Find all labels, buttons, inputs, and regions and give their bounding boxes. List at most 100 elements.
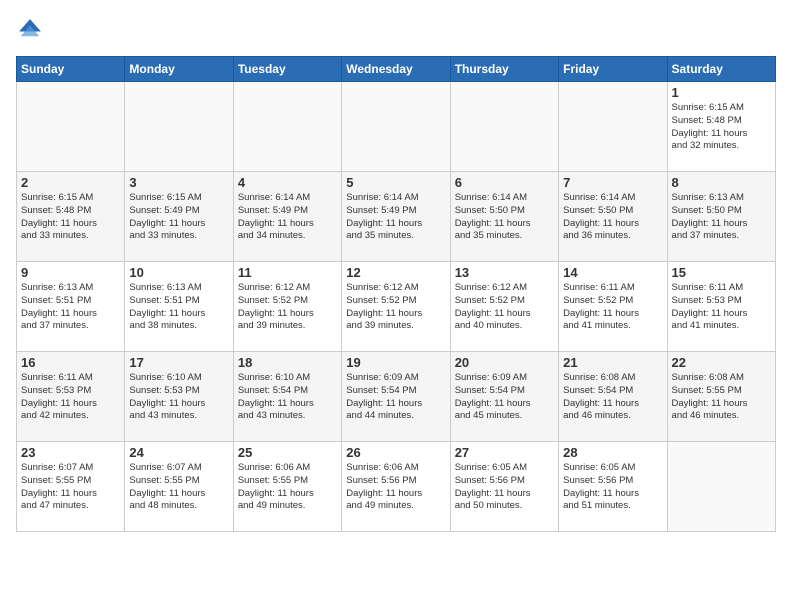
calendar-cell: 4 Sunrise: 6:14 AM Sunset: 5:49 PM Daylig… <box>233 172 341 262</box>
cell-info: Sunrise: 6:10 AM Sunset: 5:53 PM Dayligh… <box>129 372 228 423</box>
week-row-1: 1 Sunrise: 6:15 AM Sunset: 5:48 PM Daylig… <box>17 82 776 172</box>
calendar-cell: 12Sunrise: 6:12 AM Sunset: 5:52 PM Dayli… <box>342 262 450 352</box>
calendar-header: SundayMondayTuesdayWednesdayThursdayFrid… <box>17 57 776 82</box>
week-row-4: 16Sunrise: 6:11 AM Sunset: 5:53 PM Dayli… <box>17 352 776 442</box>
cell-info: Sunrise: 6:06 AM Sunset: 5:56 PM Dayligh… <box>346 462 445 513</box>
header-day-saturday: Saturday <box>667 57 775 82</box>
day-number: 27 <box>455 445 554 460</box>
day-number: 15 <box>672 265 771 280</box>
cell-info: Sunrise: 6:05 AM Sunset: 5:56 PM Dayligh… <box>563 462 662 513</box>
day-number: 23 <box>21 445 120 460</box>
calendar-cell: 13Sunrise: 6:12 AM Sunset: 5:52 PM Dayli… <box>450 262 558 352</box>
calendar-cell <box>667 442 775 532</box>
cell-info: Sunrise: 6:11 AM Sunset: 5:53 PM Dayligh… <box>672 282 771 333</box>
day-number: 14 <box>563 265 662 280</box>
calendar-body: 1 Sunrise: 6:15 AM Sunset: 5:48 PM Daylig… <box>17 82 776 532</box>
cell-info: Sunrise: 6:09 AM Sunset: 5:54 PM Dayligh… <box>346 372 445 423</box>
day-number: 13 <box>455 265 554 280</box>
calendar-cell <box>17 82 125 172</box>
cell-info: Sunrise: 6:14 AM Sunset: 5:49 PM Dayligh… <box>346 192 445 243</box>
cell-info: Sunrise: 6:11 AM Sunset: 5:52 PM Dayligh… <box>563 282 662 333</box>
day-number: 7 <box>563 175 662 190</box>
day-number: 16 <box>21 355 120 370</box>
calendar-cell: 5 Sunrise: 6:14 AM Sunset: 5:49 PM Daylig… <box>342 172 450 262</box>
cell-info: Sunrise: 6:12 AM Sunset: 5:52 PM Dayligh… <box>346 282 445 333</box>
day-number: 19 <box>346 355 445 370</box>
day-number: 21 <box>563 355 662 370</box>
calendar-cell: 16Sunrise: 6:11 AM Sunset: 5:53 PM Dayli… <box>17 352 125 442</box>
cell-info: Sunrise: 6:14 AM Sunset: 5:49 PM Dayligh… <box>238 192 337 243</box>
cell-info: Sunrise: 6:06 AM Sunset: 5:55 PM Dayligh… <box>238 462 337 513</box>
cell-info: Sunrise: 6:05 AM Sunset: 5:56 PM Dayligh… <box>455 462 554 513</box>
cell-info: Sunrise: 6:07 AM Sunset: 5:55 PM Dayligh… <box>129 462 228 513</box>
header-day-tuesday: Tuesday <box>233 57 341 82</box>
calendar-cell: 20 Sunrise: 6:09 AM Sunset: 5:54 PM Dayli… <box>450 352 558 442</box>
calendar-cell: 18 Sunrise: 6:10 AM Sunset: 5:54 PM Dayli… <box>233 352 341 442</box>
cell-info: Sunrise: 6:14 AM Sunset: 5:50 PM Dayligh… <box>455 192 554 243</box>
day-number: 3 <box>129 175 228 190</box>
cell-info: Sunrise: 6:14 AM Sunset: 5:50 PM Dayligh… <box>563 192 662 243</box>
day-number: 11 <box>238 265 337 280</box>
calendar-cell: 22 Sunrise: 6:08 AM Sunset: 5:55 PM Dayli… <box>667 352 775 442</box>
header-row: SundayMondayTuesdayWednesdayThursdayFrid… <box>17 57 776 82</box>
cell-info: Sunrise: 6:07 AM Sunset: 5:55 PM Dayligh… <box>21 462 120 513</box>
cell-info: Sunrise: 6:12 AM Sunset: 5:52 PM Dayligh… <box>238 282 337 333</box>
header-day-thursday: Thursday <box>450 57 558 82</box>
header-day-monday: Monday <box>125 57 233 82</box>
cell-info: Sunrise: 6:09 AM Sunset: 5:54 PM Dayligh… <box>455 372 554 423</box>
calendar-cell: 15 Sunrise: 6:11 AM Sunset: 5:53 PM Dayli… <box>667 262 775 352</box>
calendar-cell <box>125 82 233 172</box>
calendar-cell: 19 Sunrise: 6:09 AM Sunset: 5:54 PM Dayli… <box>342 352 450 442</box>
page-header <box>16 16 776 44</box>
calendar-cell: 11 Sunrise: 6:12 AM Sunset: 5:52 PM Dayli… <box>233 262 341 352</box>
day-number: 24 <box>129 445 228 460</box>
calendar-cell <box>450 82 558 172</box>
week-row-5: 23 Sunrise: 6:07 AM Sunset: 5:55 PM Dayli… <box>17 442 776 532</box>
cell-info: Sunrise: 6:08 AM Sunset: 5:55 PM Dayligh… <box>672 372 771 423</box>
day-number: 6 <box>455 175 554 190</box>
calendar-cell: 6 Sunrise: 6:14 AM Sunset: 5:50 PM Daylig… <box>450 172 558 262</box>
cell-info: Sunrise: 6:08 AM Sunset: 5:54 PM Dayligh… <box>563 372 662 423</box>
cell-info: Sunrise: 6:10 AM Sunset: 5:54 PM Dayligh… <box>238 372 337 423</box>
cell-info: Sunrise: 6:15 AM Sunset: 5:48 PM Dayligh… <box>672 102 771 153</box>
day-number: 1 <box>672 85 771 100</box>
calendar-cell: 14 Sunrise: 6:11 AM Sunset: 5:52 PM Dayli… <box>559 262 667 352</box>
calendar-cell: 10 Sunrise: 6:13 AM Sunset: 5:51 PM Dayli… <box>125 262 233 352</box>
day-number: 4 <box>238 175 337 190</box>
calendar-cell <box>342 82 450 172</box>
calendar-cell <box>233 82 341 172</box>
header-day-friday: Friday <box>559 57 667 82</box>
calendar-cell: 17 Sunrise: 6:10 AM Sunset: 5:53 PM Dayli… <box>125 352 233 442</box>
calendar-cell: 9 Sunrise: 6:13 AM Sunset: 5:51 PM Daylig… <box>17 262 125 352</box>
day-number: 10 <box>129 265 228 280</box>
day-number: 2 <box>21 175 120 190</box>
day-number: 9 <box>21 265 120 280</box>
calendar-cell: 25Sunrise: 6:06 AM Sunset: 5:55 PM Dayli… <box>233 442 341 532</box>
day-number: 18 <box>238 355 337 370</box>
day-number: 22 <box>672 355 771 370</box>
calendar-cell: 7 Sunrise: 6:14 AM Sunset: 5:50 PM Daylig… <box>559 172 667 262</box>
cell-info: Sunrise: 6:13 AM Sunset: 5:51 PM Dayligh… <box>21 282 120 333</box>
calendar-cell: 26Sunrise: 6:06 AM Sunset: 5:56 PM Dayli… <box>342 442 450 532</box>
calendar-cell: 8 Sunrise: 6:13 AM Sunset: 5:50 PM Daylig… <box>667 172 775 262</box>
day-number: 8 <box>672 175 771 190</box>
week-row-3: 9 Sunrise: 6:13 AM Sunset: 5:51 PM Daylig… <box>17 262 776 352</box>
day-number: 20 <box>455 355 554 370</box>
logo <box>16 16 48 44</box>
header-day-sunday: Sunday <box>17 57 125 82</box>
calendar-cell: 3Sunrise: 6:15 AM Sunset: 5:49 PM Daylig… <box>125 172 233 262</box>
calendar-cell: 23 Sunrise: 6:07 AM Sunset: 5:55 PM Dayli… <box>17 442 125 532</box>
cell-info: Sunrise: 6:13 AM Sunset: 5:50 PM Dayligh… <box>672 192 771 243</box>
day-number: 17 <box>129 355 228 370</box>
calendar-cell <box>559 82 667 172</box>
calendar-cell: 28Sunrise: 6:05 AM Sunset: 5:56 PM Dayli… <box>559 442 667 532</box>
cell-info: Sunrise: 6:15 AM Sunset: 5:48 PM Dayligh… <box>21 192 120 243</box>
cell-info: Sunrise: 6:13 AM Sunset: 5:51 PM Dayligh… <box>129 282 228 333</box>
calendar-cell: 24 Sunrise: 6:07 AM Sunset: 5:55 PM Dayli… <box>125 442 233 532</box>
week-row-2: 2 Sunrise: 6:15 AM Sunset: 5:48 PM Daylig… <box>17 172 776 262</box>
calendar-cell: 27 Sunrise: 6:05 AM Sunset: 5:56 PM Dayli… <box>450 442 558 532</box>
header-day-wednesday: Wednesday <box>342 57 450 82</box>
calendar-cell: 1 Sunrise: 6:15 AM Sunset: 5:48 PM Daylig… <box>667 82 775 172</box>
calendar-table: SundayMondayTuesdayWednesdayThursdayFrid… <box>16 56 776 532</box>
day-number: 5 <box>346 175 445 190</box>
